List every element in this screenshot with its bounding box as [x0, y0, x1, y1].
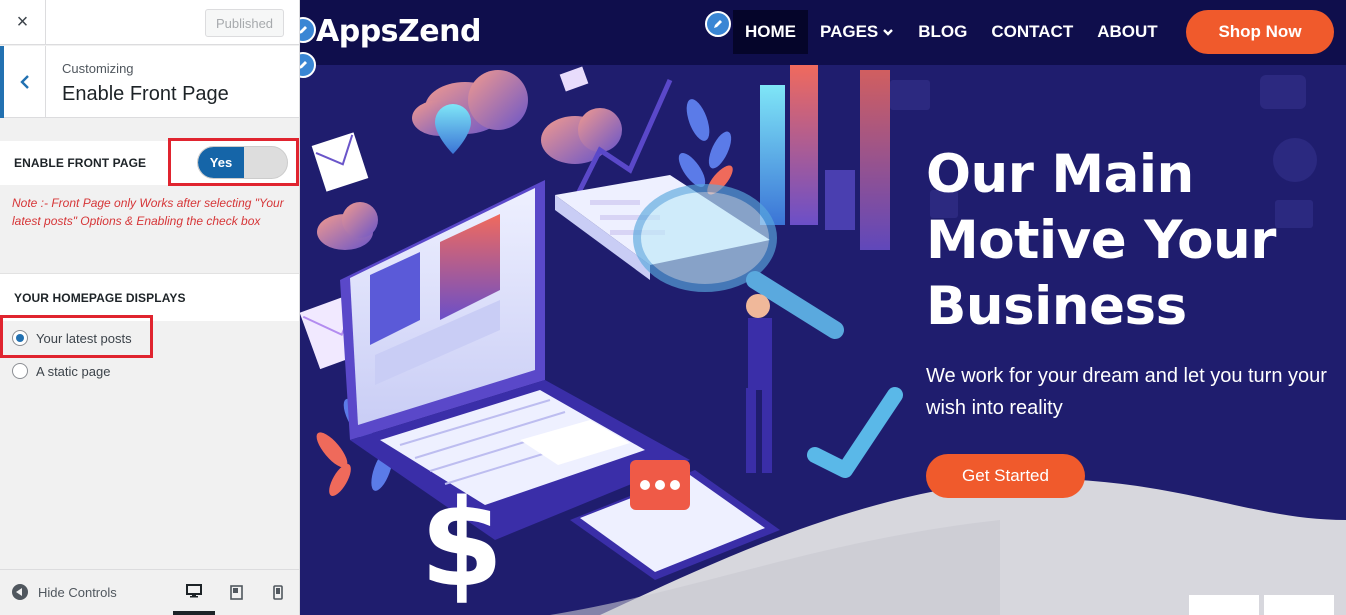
enable-front-page-label: ENABLE FRONT PAGE: [14, 156, 147, 170]
site-preview: $ AppsZend HOME PAGES BLOG CONTACT ABOUT…: [300, 0, 1346, 615]
radio-latest-posts[interactable]: Your latest posts: [12, 330, 132, 346]
hide-controls-label: Hide Controls: [38, 584, 117, 600]
enable-front-page-toggle[interactable]: Yes: [197, 146, 288, 179]
customizer-footer: Hide Controls: [0, 569, 299, 615]
toggle-on-label: Yes: [198, 147, 244, 178]
get-started-button[interactable]: Get Started: [926, 454, 1085, 498]
nav-blog[interactable]: BLOG: [906, 10, 979, 54]
radio-label-static-page: A static page: [36, 363, 111, 379]
front-page-note: Note :- Front Page only Works after sele…: [12, 196, 284, 228]
close-icon[interactable]: ×: [0, 0, 46, 45]
hide-controls-button[interactable]: Hide Controls: [12, 584, 117, 600]
homepage-displays-label: YOUR HOMEPAGE DISPLAYS: [14, 291, 186, 305]
section-title: Enable Front Page: [62, 83, 229, 105]
hero-title: Our Main Motive Your Business: [926, 144, 1276, 337]
nav-contact[interactable]: CONTACT: [979, 10, 1085, 54]
site-logo[interactable]: AppsZend: [316, 14, 481, 49]
radio-button-unchecked[interactable]: [12, 363, 28, 379]
homepage-displays-row: YOUR HOMEPAGE DISPLAYS: [0, 273, 299, 321]
hero-subtitle: We work for your dream and let you turn …: [926, 365, 1327, 419]
slider-control[interactable]: [1264, 595, 1334, 615]
shop-now-button[interactable]: Shop Now: [1186, 10, 1334, 54]
nav-home[interactable]: HOME: [733, 10, 808, 54]
customizer-panel: × Published Customizing Enable Front Pag…: [0, 0, 300, 615]
back-chevron-icon[interactable]: [0, 46, 46, 118]
main-nav: HOME PAGES BLOG CONTACT ABOUT: [733, 10, 1170, 54]
radio-label-latest-posts: Your latest posts: [36, 330, 132, 346]
collapse-icon: [12, 584, 28, 600]
desktop-icon[interactable]: [173, 570, 215, 615]
nav-pages-label: PAGES: [820, 22, 879, 41]
customizer-header: × Published: [0, 0, 299, 45]
slider-control[interactable]: [1189, 595, 1259, 615]
section-header: Customizing Enable Front Page: [0, 46, 299, 118]
radio-static-page[interactable]: A static page: [12, 363, 110, 379]
nav-pages[interactable]: PAGES: [808, 10, 906, 54]
edit-pencil-icon[interactable]: [705, 11, 731, 37]
breadcrumb: Customizing: [62, 61, 134, 76]
mobile-icon[interactable]: [257, 570, 299, 615]
chevron-down-icon: [883, 29, 894, 36]
tablet-icon[interactable]: [215, 570, 257, 615]
published-button[interactable]: Published: [205, 9, 284, 37]
radio-button-checked[interactable]: [12, 330, 28, 346]
nav-about[interactable]: ABOUT: [1085, 10, 1169, 54]
svg-text:$: $: [420, 475, 504, 614]
